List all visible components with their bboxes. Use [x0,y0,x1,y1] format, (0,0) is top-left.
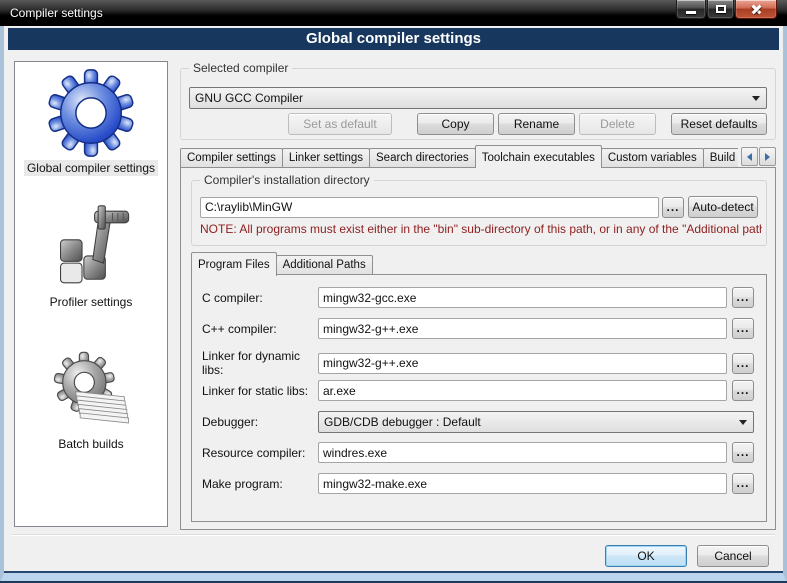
field-label: C++ compiler: [202,322,318,336]
field-label: Make program: [202,477,318,491]
maximize-icon [716,5,726,13]
tab-compiler-settings[interactable]: Compiler settings [180,148,283,168]
cpp-compiler-input[interactable] [318,318,727,339]
tab-search-directories[interactable]: Search directories [369,148,476,168]
window-controls [675,0,777,19]
browse-resource-compiler-button[interactable]: ... [732,442,754,463]
tab-scroll-right-button[interactable] [759,147,776,166]
browse-directory-button[interactable]: ... [662,197,684,218]
debugger-value: GDB/CDB debugger : Default [324,415,481,429]
maximize-button[interactable] [707,0,734,19]
browse-static-linker-button[interactable]: ... [732,380,754,401]
field-row-cpp-compiler: C++ compiler: ... [202,318,754,339]
field-row-c-compiler: C compiler: ... [202,287,754,308]
auto-detect-button[interactable]: Auto-detect [688,196,758,218]
chevron-down-icon [752,96,760,101]
sidebar-item-label: Batch builds [55,436,126,452]
field-row-resource-compiler: Resource compiler: ... [202,442,754,463]
field-row-make-program: Make program: ... [202,473,754,494]
delete-button[interactable]: Delete [579,113,656,135]
sidebar: Global compiler settings [14,61,168,527]
titlebar[interactable]: Compiler settings [0,0,787,26]
sidebar-item-batch-builds[interactable]: Batch builds [41,344,141,452]
main-tabstrip: Compiler settings Linker settings Search… [180,144,776,168]
field-label: Linker for static libs: [202,384,318,398]
selected-compiler-dropdown[interactable]: GNU GCC Compiler [189,87,767,109]
static-linker-input[interactable] [318,380,727,401]
group-caption: Selected compiler [189,61,292,75]
program-files-tabstrip: Program Files Additional Paths [191,252,372,275]
field-label: Debugger: [202,415,318,429]
minimize-button[interactable] [676,0,706,19]
footer-buttons: OK Cancel [605,545,769,567]
install-note-text: NOTE: All programs must exist either in … [200,222,762,236]
toolchain-executables-panel: Compiler's installation directory ... Au… [180,167,776,530]
sidebar-item-profiler-settings[interactable]: Profiler settings [41,202,141,310]
blue-gear-icon [41,68,141,158]
field-row-debugger: Debugger: GDB/CDB debugger : Default [202,411,754,433]
set-as-default-button[interactable]: Set as default [288,113,392,135]
chevron-down-icon [739,420,747,425]
close-button[interactable] [735,0,777,19]
rename-button[interactable]: Rename [498,113,575,135]
footer-separator [12,534,775,536]
tab-toolchain-executables[interactable]: Toolchain executables [475,145,602,168]
batch-builds-icon [41,344,141,434]
debugger-dropdown[interactable]: GDB/CDB debugger : Default [318,411,754,433]
browse-dynamic-linker-button[interactable]: ... [732,353,754,374]
browse-c-compiler-button[interactable]: ... [732,287,754,308]
selected-compiler-value: GNU GCC Compiler [195,91,303,105]
cancel-button[interactable]: Cancel [697,545,769,567]
tab-program-files[interactable]: Program Files [191,252,277,276]
tab-linker-settings[interactable]: Linker settings [282,148,370,168]
sidebar-item-label: Profiler settings [47,294,136,310]
compiler-settings-dialog: Compiler settings Global compiler settin… [0,0,787,583]
ok-button[interactable]: OK [605,545,687,567]
copy-button[interactable]: Copy [417,113,494,135]
tab-build-options[interactable]: Build options [703,148,738,168]
installation-directory-group: Compiler's installation directory ... Au… [191,180,767,246]
make-program-input[interactable] [318,473,727,494]
page-title: Global compiler settings [8,28,779,50]
minimize-icon [686,11,696,14]
selected-compiler-group: Selected compiler GNU GCC Compiler Set a… [180,68,776,140]
field-label: C compiler: [202,291,318,305]
tab-custom-variables[interactable]: Custom variables [601,148,704,168]
browse-cpp-compiler-button[interactable]: ... [732,318,754,339]
tab-scroll-left-button[interactable] [741,147,758,166]
arrow-right-icon [765,153,770,161]
field-row-static-linker: Linker for static libs: ... [202,380,754,401]
field-row-dynamic-linker: Linker for dynamic libs: ... [202,349,754,377]
sidebar-item-global-compiler-settings[interactable]: Global compiler settings [24,68,158,176]
tab-additional-paths[interactable]: Additional Paths [276,255,373,275]
arrow-left-icon [747,153,752,161]
group-caption: Compiler's installation directory [200,173,374,187]
profiler-caliper-icon [41,202,141,292]
installation-directory-input[interactable] [200,197,659,218]
tab-scroll-buttons [740,147,776,166]
field-label: Linker for dynamic libs: [202,349,318,377]
close-icon [750,4,762,14]
window-title: Compiler settings [0,6,103,20]
browse-make-program-button[interactable]: ... [732,473,754,494]
field-label: Resource compiler: [202,446,318,460]
reset-defaults-button[interactable]: Reset defaults [671,113,767,135]
tabs-scroll-area: Compiler settings Linker settings Search… [180,145,738,168]
program-files-panel: C compiler: ... C++ compiler: ... Linker… [191,274,767,522]
dynamic-linker-input[interactable] [318,353,727,374]
resource-compiler-input[interactable] [318,442,727,463]
c-compiler-input[interactable] [318,287,727,308]
sidebar-item-label: Global compiler settings [24,160,158,176]
